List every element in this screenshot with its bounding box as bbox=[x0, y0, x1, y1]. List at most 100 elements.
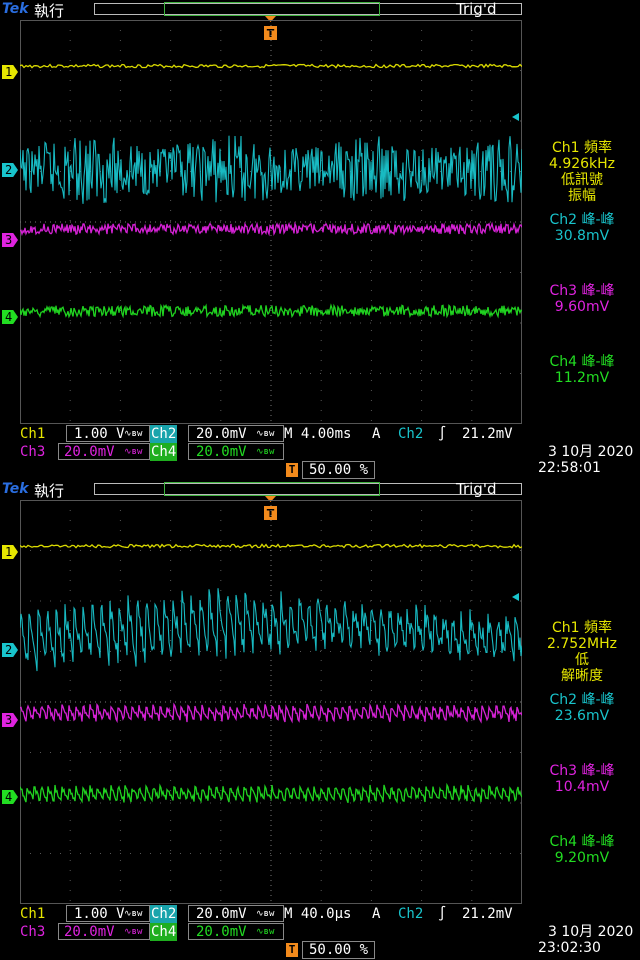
measure-ch1-note-2: 振幅 bbox=[568, 188, 596, 204]
trigger-source[interactable]: Ch2 bbox=[398, 905, 423, 923]
measure-ch3: Ch3 峰-峰 10.4mV bbox=[526, 763, 638, 795]
measure-ch1-label: Ch1 頻率 bbox=[551, 140, 612, 156]
measure-ch1-label: Ch1 頻率 bbox=[551, 620, 612, 636]
trigger-level-arrow-icon bbox=[512, 593, 519, 601]
ch4-position-marker[interactable]: 4 bbox=[2, 790, 18, 804]
ch1-scale: 1.00 V bbox=[74, 426, 125, 442]
trigger-t-icon: T bbox=[286, 943, 298, 957]
measure-ch2-label: Ch2 峰-峰 bbox=[549, 692, 615, 708]
trigger-position[interactable]: T 50.00 % bbox=[286, 941, 376, 959]
graticule[interactable] bbox=[20, 500, 522, 904]
measure-ch2-value: 30.8mV bbox=[554, 228, 610, 244]
coupling-icon: ∿ʙw bbox=[124, 429, 143, 439]
trigger-state: Trig'd bbox=[456, 0, 497, 18]
ch4-label[interactable]: Ch4 bbox=[150, 923, 178, 941]
coupling-icon: ∿ʙw bbox=[256, 927, 275, 937]
ch2-label[interactable]: Ch2 bbox=[150, 905, 178, 923]
run-state: 執行 bbox=[34, 482, 65, 500]
ch3-position-marker[interactable]: 3 bbox=[2, 713, 18, 727]
scope-screen-top: Tek 執行 Trig'd T 1 2 3 4 Ch1 頻率 4.926kHz … bbox=[0, 0, 640, 480]
ch4-scale: 20.0mV bbox=[196, 444, 247, 460]
date: 3 10月 2020 bbox=[548, 924, 634, 940]
measure-ch1-value: 4.926kHz bbox=[548, 156, 616, 172]
coupling-icon: ∿ʙw bbox=[256, 447, 275, 457]
ch3-scale: 20.0mV bbox=[64, 444, 115, 460]
time: 22:58:01 bbox=[538, 460, 601, 476]
measure-ch4-label: Ch4 峰-峰 bbox=[549, 354, 615, 370]
trigger-position-value: 50.00 % bbox=[302, 941, 376, 959]
measure-ch1-note-2: 解晰度 bbox=[561, 668, 603, 684]
measure-ch2: Ch2 峰-峰 23.6mV bbox=[526, 692, 638, 724]
ch3-label[interactable]: Ch3 bbox=[20, 923, 45, 941]
measure-ch4: Ch4 峰-峰 11.2mV bbox=[526, 354, 638, 386]
trigger-level[interactable]: 21.2mV bbox=[462, 425, 513, 443]
measure-ch3-value: 9.60mV bbox=[554, 299, 610, 315]
measure-ch1-note: 低訊號 bbox=[561, 172, 603, 188]
ch1-position-marker[interactable]: 1 bbox=[2, 65, 18, 79]
measure-ch3: Ch3 峰-峰 9.60mV bbox=[526, 283, 638, 315]
ch1-label[interactable]: Ch1 bbox=[20, 425, 45, 443]
ch4-scale: 20.0mV bbox=[196, 924, 247, 940]
ch4-label[interactable]: Ch4 bbox=[150, 443, 178, 461]
measure-ch1: Ch1 頻率 2.752MHz 低 解晰度 bbox=[526, 620, 638, 684]
trigger-slope-icon: ∫ bbox=[438, 426, 447, 442]
ch2-label[interactable]: Ch2 bbox=[150, 425, 178, 443]
measure-ch4-label: Ch4 峰-峰 bbox=[549, 834, 615, 850]
ch1-label[interactable]: Ch1 bbox=[20, 905, 45, 923]
measure-ch3-label: Ch3 峰-峰 bbox=[549, 763, 615, 779]
measure-ch4-value: 9.20mV bbox=[554, 850, 610, 866]
ch1-trace bbox=[20, 63, 522, 69]
graticule[interactable] bbox=[20, 20, 522, 424]
ch3-scale: 20.0mV bbox=[64, 924, 115, 940]
coupling-icon: ∿ʙw bbox=[256, 429, 275, 439]
trigger-slope-icon: ∫ bbox=[438, 906, 447, 922]
datetime: 3 10月 2020 22:58:01 bbox=[538, 444, 634, 476]
record-window bbox=[164, 482, 380, 496]
datetime: 3 10月 2020 23:02:30 bbox=[538, 924, 634, 956]
coupling-icon: ∿ʙw bbox=[124, 909, 143, 919]
acquire-mode: A bbox=[372, 906, 381, 922]
timebase[interactable]: M 4.00ms bbox=[284, 425, 351, 443]
ch1-position-marker[interactable]: 1 bbox=[2, 545, 18, 559]
coupling-icon: ∿ʙw bbox=[124, 447, 143, 457]
measure-ch4: Ch4 峰-峰 9.20mV bbox=[526, 834, 638, 866]
ch1-scale: 1.00 V bbox=[74, 906, 125, 922]
ch3-label[interactable]: Ch3 bbox=[20, 443, 45, 461]
measure-ch1-note: 低 bbox=[575, 652, 589, 668]
status-header: Tek 執行 Trig'd bbox=[0, 0, 640, 20]
ch2-position-marker[interactable]: 2 bbox=[2, 643, 18, 657]
trigger-position-value: 50.00 % bbox=[302, 461, 376, 479]
status-header: Tek 執行 Trig'd bbox=[0, 480, 640, 500]
time: 23:02:30 bbox=[538, 940, 601, 956]
trigger-position[interactable]: T 50.00 % bbox=[286, 461, 376, 479]
measure-ch2: Ch2 峰-峰 30.8mV bbox=[526, 212, 638, 244]
ch2-position-marker[interactable]: 2 bbox=[2, 163, 18, 177]
trigger-state: Trig'd bbox=[456, 480, 497, 498]
scope-screen-bottom: Tek 執行 Trig'd T 1 2 3 4 Ch1 頻率 2.752MHz … bbox=[0, 480, 640, 960]
coupling-icon: ∿ʙw bbox=[124, 927, 143, 937]
trigger-source[interactable]: Ch2 bbox=[398, 425, 423, 443]
trigger-t-icon: T bbox=[286, 463, 298, 477]
ch3-trace bbox=[20, 702, 522, 724]
measure-ch1-value: 2.752MHz bbox=[546, 636, 618, 652]
timebase[interactable]: M 40.0µs bbox=[284, 905, 351, 923]
measure-ch2-label: Ch2 峰-峰 bbox=[549, 212, 615, 228]
brand-logo: Tek bbox=[2, 1, 29, 17]
measure-ch2-value: 23.6mV bbox=[554, 708, 610, 724]
brand-logo: Tek bbox=[2, 481, 29, 497]
acquire-mode: A bbox=[372, 426, 381, 442]
settings-footer: Ch1 1.00 V ∿ʙw Ch2 20.0mV ∿ʙw M 4.00ms A… bbox=[0, 424, 640, 480]
trigger-level-arrow-icon bbox=[512, 113, 519, 121]
ch4-trace bbox=[20, 782, 522, 804]
date: 3 10月 2020 bbox=[548, 444, 634, 460]
ch4-position-marker[interactable]: 4 bbox=[2, 310, 18, 324]
coupling-icon: ∿ʙw bbox=[256, 909, 275, 919]
record-window bbox=[164, 2, 380, 16]
trigger-level[interactable]: 21.2mV bbox=[462, 905, 513, 923]
measure-ch4-value: 11.2mV bbox=[554, 370, 610, 386]
measure-ch3-label: Ch3 峰-峰 bbox=[549, 283, 615, 299]
ch3-position-marker[interactable]: 3 bbox=[2, 233, 18, 247]
measure-ch3-value: 10.4mV bbox=[554, 779, 610, 795]
ch1-trace bbox=[20, 543, 522, 549]
ch2-scale: 20.0mV bbox=[196, 426, 247, 442]
